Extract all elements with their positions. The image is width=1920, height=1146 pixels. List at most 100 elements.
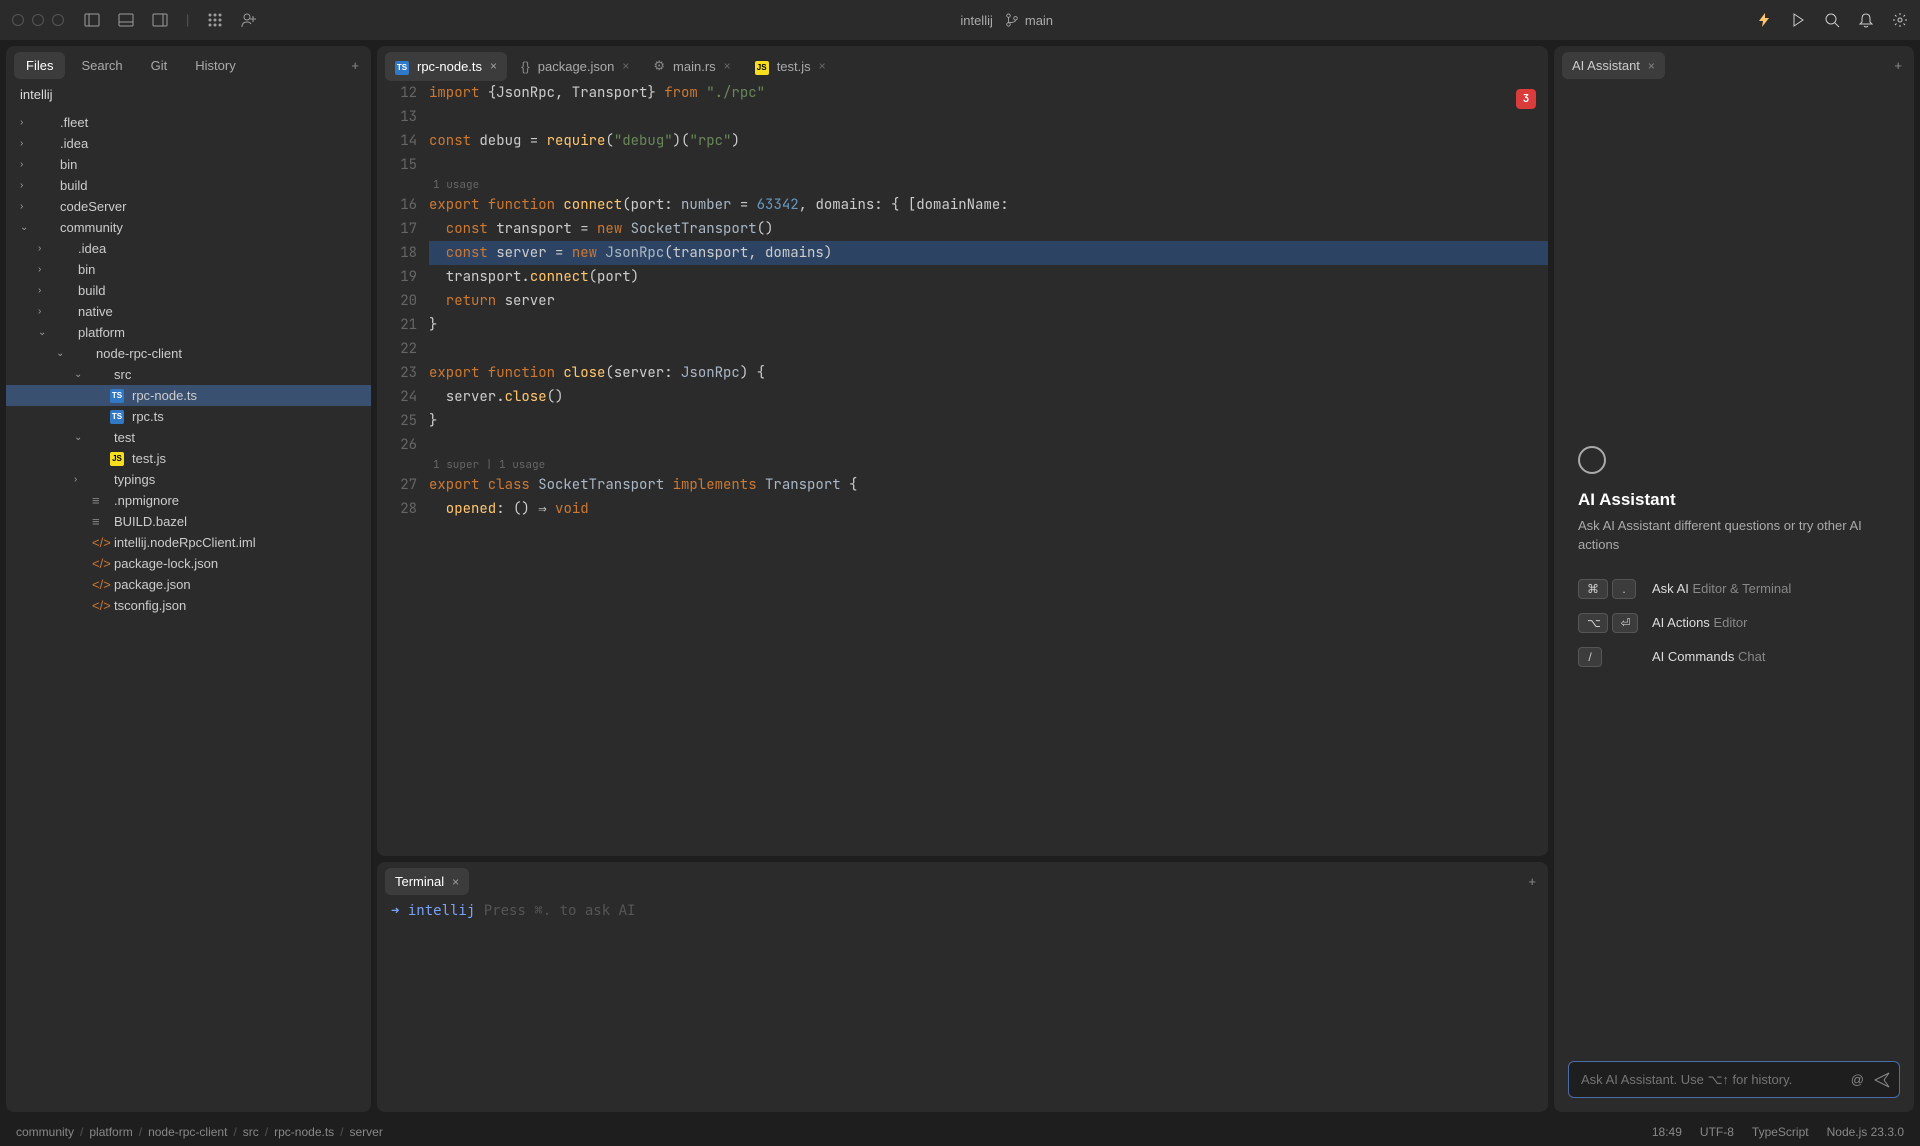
tree-item[interactable]: ›bin: [6, 259, 371, 280]
breadcrumb-item[interactable]: node-rpc-client: [148, 1125, 227, 1139]
editor-tab[interactable]: JStest.js×: [745, 52, 836, 81]
project-name[interactable]: intellij: [960, 13, 993, 28]
run-icon[interactable]: [1790, 12, 1806, 28]
code-line[interactable]: [429, 337, 1548, 361]
panel-tab-search[interactable]: Search: [69, 52, 134, 79]
code-line[interactable]: [429, 153, 1548, 177]
code-line[interactable]: }: [429, 313, 1548, 337]
panel-left-icon[interactable]: [84, 12, 100, 28]
code-line[interactable]: export function close(server: JsonRpc) {: [429, 361, 1548, 385]
gear-icon[interactable]: [1892, 12, 1908, 28]
editor-tab[interactable]: ⚙main.rs×: [643, 52, 740, 80]
add-terminal-button[interactable]: +: [1524, 870, 1540, 893]
close-window[interactable]: [12, 14, 24, 26]
mention-icon[interactable]: @: [1851, 1072, 1864, 1088]
close-icon[interactable]: ×: [1648, 59, 1655, 73]
close-icon[interactable]: ×: [490, 59, 497, 73]
line-number[interactable]: 24: [377, 385, 417, 409]
code-editor[interactable]: 3 1213141516171819202122232425262728 imp…: [377, 81, 1548, 857]
apps-icon[interactable]: [207, 12, 223, 28]
code-line[interactable]: return server: [429, 289, 1548, 313]
code-line[interactable]: const server = new JsonRpc(transport, do…: [429, 241, 1548, 265]
search-icon[interactable]: [1824, 12, 1840, 28]
breadcrumb-item[interactable]: src: [243, 1125, 259, 1139]
close-icon[interactable]: ×: [622, 59, 629, 73]
tree-item[interactable]: ›.idea: [6, 133, 371, 154]
line-number[interactable]: 28: [377, 497, 417, 521]
panel-right-icon[interactable]: [152, 12, 168, 28]
line-number[interactable]: 20: [377, 289, 417, 313]
terminal-body[interactable]: ➜ intellij Press ⌘. to ask AI: [377, 895, 1548, 1112]
line-number[interactable]: 12: [377, 81, 417, 105]
ai-shortcut[interactable]: ⌘.Ask AI Editor & Terminal: [1578, 579, 1791, 599]
line-number[interactable]: 14: [377, 129, 417, 153]
code-line[interactable]: transport.connect(port): [429, 265, 1548, 289]
bell-icon[interactable]: [1858, 12, 1874, 28]
tree-item[interactable]: ›typings: [6, 469, 371, 490]
tree-item[interactable]: </>package.json: [6, 574, 371, 595]
code-line[interactable]: import {JsonRpc, Transport} from "./rpc": [429, 81, 1548, 105]
close-icon[interactable]: ×: [724, 59, 731, 73]
tree-item[interactable]: TSrpc-node.ts: [6, 385, 371, 406]
panel-bottom-icon[interactable]: [118, 12, 134, 28]
tree-item[interactable]: ≡.npmignore: [6, 490, 371, 511]
status-runtime[interactable]: Node.js 23.3.0: [1827, 1125, 1904, 1139]
code-line[interactable]: [429, 105, 1548, 129]
code-line[interactable]: export class SocketTransport implements …: [429, 473, 1548, 497]
maximize-window[interactable]: [52, 14, 64, 26]
line-number[interactable]: 13: [377, 105, 417, 129]
line-number[interactable]: 25: [377, 409, 417, 433]
line-number[interactable]: 21: [377, 313, 417, 337]
close-icon[interactable]: ×: [452, 875, 459, 889]
ai-shortcut[interactable]: /AI Commands Chat: [1578, 647, 1791, 667]
code-annotation[interactable]: 1 super | 1 usage: [429, 457, 1548, 473]
tree-item[interactable]: ›.fleet: [6, 112, 371, 133]
add-panel-tab[interactable]: +: [347, 54, 363, 77]
add-ai-tab-button[interactable]: +: [1890, 54, 1906, 77]
line-number[interactable]: 16: [377, 193, 417, 217]
line-number[interactable]: 19: [377, 265, 417, 289]
ai-shortcut[interactable]: ⌥⏎AI Actions Editor: [1578, 613, 1791, 633]
ai-bolt-icon[interactable]: [1756, 12, 1772, 28]
panel-tab-history[interactable]: History: [183, 52, 247, 79]
tree-item[interactable]: TSrpc.ts: [6, 406, 371, 427]
line-number[interactable]: 15: [377, 153, 417, 177]
code-line[interactable]: [429, 433, 1548, 457]
minimize-window[interactable]: [32, 14, 44, 26]
code-annotation[interactable]: 1 usage: [429, 177, 1548, 193]
close-icon[interactable]: ×: [819, 59, 826, 73]
tree-item[interactable]: ›codeServer: [6, 196, 371, 217]
tree-item[interactable]: ›.idea: [6, 238, 371, 259]
code-line[interactable]: }: [429, 409, 1548, 433]
status-time[interactable]: 18:49: [1652, 1125, 1682, 1139]
tree-item[interactable]: ⌄community: [6, 217, 371, 238]
editor-tab[interactable]: TSrpc-node.ts×: [385, 52, 507, 81]
add-user-icon[interactable]: [241, 12, 257, 28]
tree-item[interactable]: ›bin: [6, 154, 371, 175]
tree-item[interactable]: ›build: [6, 175, 371, 196]
status-language[interactable]: TypeScript: [1752, 1125, 1809, 1139]
breadcrumbs[interactable]: community/platform/node-rpc-client/src/r…: [16, 1125, 383, 1139]
line-number[interactable]: 23: [377, 361, 417, 385]
tree-item[interactable]: ⌄node-rpc-client: [6, 343, 371, 364]
send-icon[interactable]: [1874, 1072, 1890, 1088]
tree-item[interactable]: ≡BUILD.bazel: [6, 511, 371, 532]
status-encoding[interactable]: UTF-8: [1700, 1125, 1734, 1139]
line-number[interactable]: 22: [377, 337, 417, 361]
branch-indicator[interactable]: main: [1005, 13, 1053, 28]
code-line[interactable]: const transport = new SocketTransport(): [429, 217, 1548, 241]
line-number[interactable]: 27: [377, 473, 417, 497]
code-line[interactable]: export function connect(port: number = 6…: [429, 193, 1548, 217]
tree-item[interactable]: </>tsconfig.json: [6, 595, 371, 616]
terminal-tab[interactable]: Terminal ×: [385, 868, 469, 895]
project-root[interactable]: intellij: [6, 79, 371, 110]
line-number[interactable]: 17: [377, 217, 417, 241]
tree-item[interactable]: ⌄src: [6, 364, 371, 385]
editor-tab[interactable]: {}package.json×: [511, 53, 639, 80]
tree-item[interactable]: ›build: [6, 280, 371, 301]
code-line[interactable]: const debug = require("debug")("rpc"): [429, 129, 1548, 153]
tree-item[interactable]: </>intellij.nodeRpcClient.iml: [6, 532, 371, 553]
breadcrumb-item[interactable]: rpc-node.ts: [274, 1125, 334, 1139]
tree-item[interactable]: ›native: [6, 301, 371, 322]
panel-tab-files[interactable]: Files: [14, 52, 65, 79]
